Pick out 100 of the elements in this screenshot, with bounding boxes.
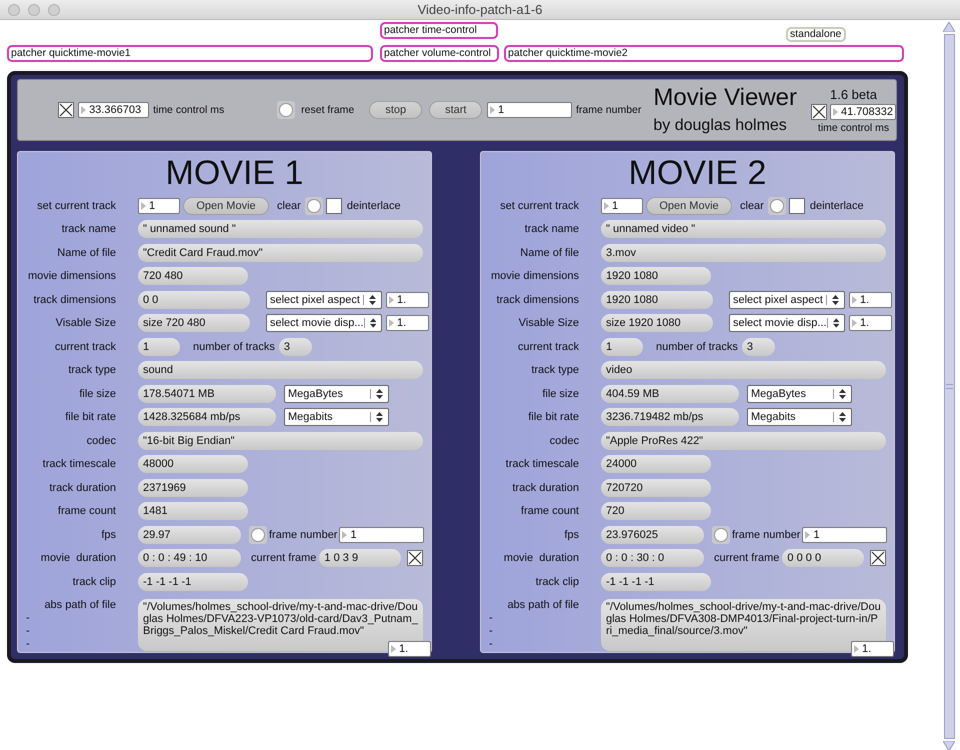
patcher-object[interactable]: patcher volume-control xyxy=(380,45,499,62)
dash-label: - xyxy=(488,624,494,636)
triangle-icon xyxy=(389,296,394,304)
number-box[interactable]: 1. xyxy=(849,292,892,308)
toggle-checkbox[interactable] xyxy=(407,550,424,566)
value-display: 720 xyxy=(601,502,711,520)
window-control-button[interactable] xyxy=(8,4,20,16)
patcher-object[interactable]: patcher quicktime-movie2 xyxy=(504,45,904,62)
value-display: 48000 xyxy=(138,455,248,474)
field-label: Name of file xyxy=(56,246,116,259)
dropdown[interactable]: MegaBytes xyxy=(284,384,389,403)
field-label: track dimensions xyxy=(495,294,579,306)
number-box[interactable]: 1. xyxy=(851,640,894,656)
number-box[interactable]: 1 xyxy=(487,102,572,118)
dash-label: - xyxy=(25,612,31,624)
field-label: current track xyxy=(516,340,579,353)
value-display: 1481 xyxy=(138,502,248,520)
number-box[interactable]: 1. xyxy=(388,640,431,656)
value-display: 3.mov xyxy=(601,244,886,262)
triangle-icon xyxy=(833,108,838,116)
value-display: 404.59 MB xyxy=(601,384,739,403)
triangle-icon xyxy=(604,202,609,210)
dropdown[interactable]: Megabits xyxy=(284,408,389,426)
field-label: movie dimensions xyxy=(490,270,579,282)
field-label: movie duration xyxy=(502,552,579,564)
toggle-checkbox[interactable] xyxy=(811,104,827,120)
number-box[interactable]: 1 xyxy=(601,198,643,214)
value-display: 1920 1080 xyxy=(601,290,713,309)
transport-button[interactable]: stop xyxy=(369,101,422,119)
panel-title: MOVIE 1 xyxy=(166,154,304,192)
bang-button[interactable] xyxy=(249,526,267,544)
value-display: 29.97 xyxy=(138,526,241,544)
bang-button[interactable] xyxy=(304,196,323,215)
value-display: 0 0 0 0 xyxy=(782,549,864,568)
label: current frame xyxy=(251,552,316,564)
version-label: 1.6 beta xyxy=(830,86,877,102)
value-display: " unnamed video " xyxy=(601,220,886,238)
value-display: 0 : 0 : 30 : 0 xyxy=(601,549,704,568)
field-label: frame count xyxy=(520,505,579,518)
toggle-checkbox[interactable] xyxy=(58,102,74,118)
field-label: track name xyxy=(524,223,579,236)
open-movie-button[interactable]: Open Movie xyxy=(646,196,732,215)
value-display: size 720 480 xyxy=(138,314,250,332)
field-label: frame count xyxy=(56,505,116,518)
field-label: track duration xyxy=(511,482,579,494)
field-label: track type xyxy=(530,364,579,376)
label: deinterlace xyxy=(346,200,401,212)
label: current frame xyxy=(714,552,780,564)
dropdown[interactable]: select movie disp... xyxy=(266,314,382,332)
label: time control ms xyxy=(818,122,890,134)
value-display: 178.54071 MB xyxy=(138,384,276,403)
number-box[interactable]: 1 xyxy=(138,198,180,214)
number-box[interactable]: 41.708332 xyxy=(830,104,896,120)
value-display: "Apple ProRes 422" xyxy=(601,432,886,450)
number-box[interactable]: 1. xyxy=(849,315,892,332)
triangle-icon xyxy=(805,530,810,539)
number-box[interactable]: 1. xyxy=(386,292,429,308)
value-display: 720 480 xyxy=(138,267,248,286)
field-label: set current track xyxy=(499,200,579,212)
field-label: file size xyxy=(541,388,579,400)
scroll-up-icon[interactable] xyxy=(943,22,955,32)
window-title: Video-info-patch-a1-6 xyxy=(418,2,542,17)
bang-button[interactable] xyxy=(277,101,296,119)
field-label: file bit rate xyxy=(527,411,579,424)
patcher-object[interactable]: patcher quicktime-movie1 xyxy=(7,45,373,62)
number-box[interactable]: 33.366703 xyxy=(78,102,150,118)
toggle-checkbox[interactable] xyxy=(870,550,886,566)
dropdown[interactable]: select pixel aspect xyxy=(266,290,382,309)
field-label: Visable Size xyxy=(54,317,116,330)
triangle-icon xyxy=(342,530,348,539)
field-label: set current track xyxy=(36,200,116,212)
field-label: movie dimensions xyxy=(26,270,116,282)
bang-button[interactable] xyxy=(712,526,730,544)
field-label: fps xyxy=(563,528,579,541)
field-label: abs path of file xyxy=(43,598,116,610)
number-box[interactable]: 1 xyxy=(802,526,888,543)
number-box[interactable]: 1 xyxy=(339,526,424,543)
transport-button[interactable]: start xyxy=(429,101,482,119)
toggle-checkbox[interactable] xyxy=(326,198,342,214)
dropdown[interactable]: select movie disp... xyxy=(729,314,845,332)
dropdown[interactable]: MegaBytes xyxy=(747,384,852,403)
patcher-object[interactable]: patcher time-control xyxy=(380,22,498,39)
dropdown[interactable]: Megabits xyxy=(747,408,852,426)
standalone-object[interactable]: standalone xyxy=(786,27,846,42)
open-movie-button[interactable]: Open Movie xyxy=(183,196,269,215)
field-label: track name xyxy=(60,223,116,236)
scroll-down-icon[interactable] xyxy=(943,741,955,750)
dash-label: - xyxy=(488,638,494,650)
field-label: file size xyxy=(78,388,116,400)
toggle-checkbox[interactable] xyxy=(788,198,805,214)
window-control-button[interactable] xyxy=(48,4,60,16)
number-box[interactable]: 1. xyxy=(386,315,429,332)
dropdown[interactable]: select pixel aspect xyxy=(729,290,845,309)
window-control-button[interactable] xyxy=(28,4,40,16)
scrollbar[interactable] xyxy=(944,34,954,739)
field-label: track clip xyxy=(72,576,116,588)
field-label: codec xyxy=(86,434,116,447)
label: number of tracks xyxy=(656,340,738,353)
field-label: file bit rate xyxy=(64,411,116,424)
bang-button[interactable] xyxy=(768,196,786,215)
